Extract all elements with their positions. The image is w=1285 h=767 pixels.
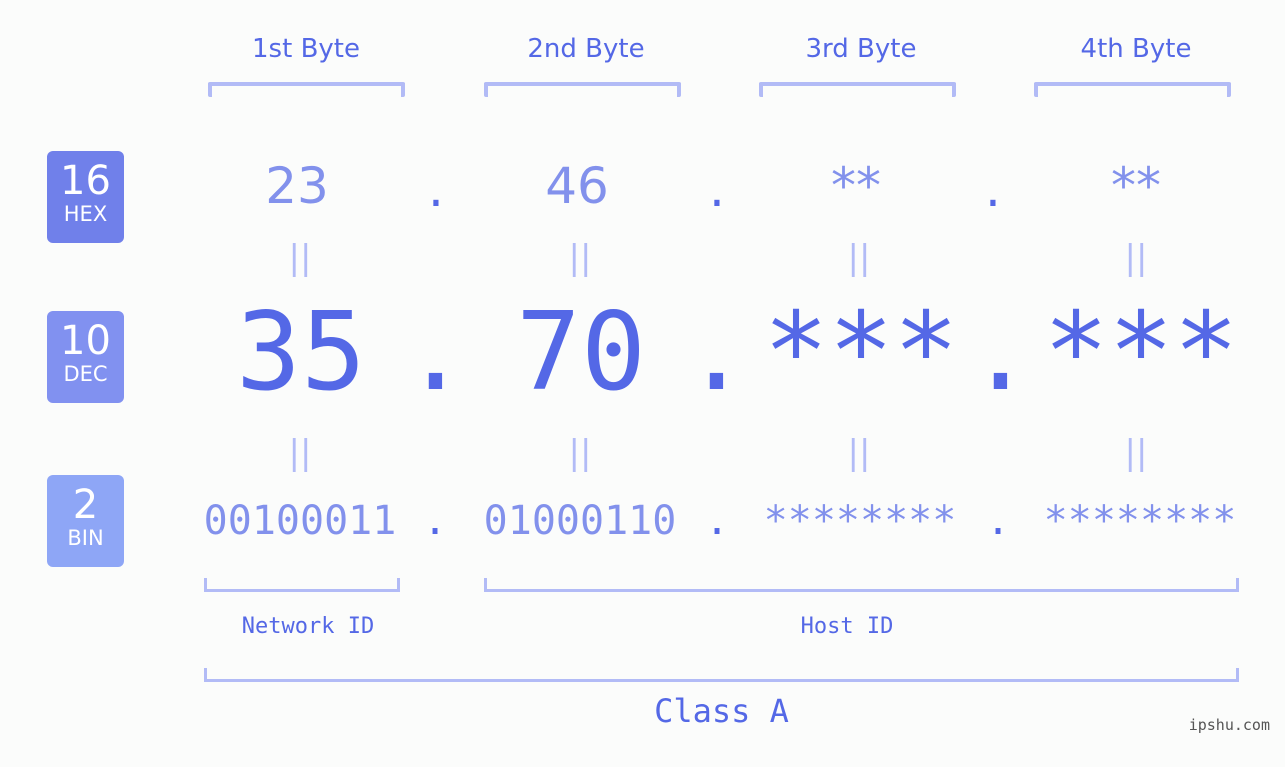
equals-dec-bin-1: || <box>288 433 312 473</box>
hex-separator-3: . <box>985 160 1001 218</box>
byte-bracket-1 <box>208 82 405 97</box>
dec-octet-3: *** <box>763 290 959 415</box>
dec-octet-1: 35 <box>235 290 367 415</box>
bin-octet-2: 01000110 <box>483 498 677 544</box>
hex-separator-2: . <box>709 160 725 218</box>
bin-octet-1: 00100011 <box>203 498 397 544</box>
equals-hex-dec-3: || <box>847 238 871 278</box>
hex-separator-1: . <box>428 160 444 218</box>
hex-octet-1: 23 <box>265 157 329 215</box>
byte-header-4: 4th Byte <box>1080 34 1192 64</box>
bin-separator-1: . <box>422 498 448 544</box>
equals-dec-bin-4: || <box>1124 433 1148 473</box>
bin-octet-3: ******** <box>763 498 957 544</box>
watermark: ipshu.com <box>1188 716 1270 734</box>
host-id-label: Host ID <box>800 614 894 639</box>
byte-header-2: 2nd Byte <box>527 34 645 64</box>
byte-header-3: 3rd Byte <box>805 34 917 64</box>
dec-octet-4: *** <box>1043 290 1239 415</box>
equals-hex-dec-4: || <box>1124 238 1148 278</box>
network-id-bracket <box>204 578 400 592</box>
class-label: Class A <box>654 692 789 730</box>
hex-badge: 16 HEX <box>47 151 124 243</box>
bin-badge-number: 2 <box>72 482 99 528</box>
bin-badge: 2 BIN <box>47 475 124 567</box>
bin-badge-label: BIN <box>67 526 104 550</box>
dec-badge-number: 10 <box>60 318 111 364</box>
bin-separator-2: . <box>704 498 730 544</box>
network-id-label: Network ID <box>241 614 375 639</box>
hex-badge-label: HEX <box>63 202 108 226</box>
dec-badge-label: DEC <box>63 362 108 386</box>
equals-hex-dec-2: || <box>568 238 592 278</box>
hex-octet-4: ** <box>1111 157 1161 215</box>
bin-separator-3: . <box>985 498 1011 544</box>
bin-octet-4: ******** <box>1043 498 1237 544</box>
byte-bracket-3 <box>759 82 956 97</box>
hex-octet-2: 46 <box>545 157 609 215</box>
byte-bracket-4 <box>1034 82 1231 97</box>
host-id-bracket <box>484 578 1239 592</box>
dec-octet-2: 70 <box>515 290 647 415</box>
byte-header-1: 1st Byte <box>252 34 360 64</box>
class-bracket <box>204 668 1239 682</box>
hex-octet-3: ** <box>831 157 881 215</box>
dec-badge: 10 DEC <box>47 311 124 403</box>
hex-badge-number: 16 <box>60 158 111 204</box>
equals-hex-dec-1: || <box>288 238 312 278</box>
byte-bracket-2 <box>484 82 681 97</box>
equals-dec-bin-2: || <box>568 433 592 473</box>
equals-dec-bin-3: || <box>847 433 871 473</box>
